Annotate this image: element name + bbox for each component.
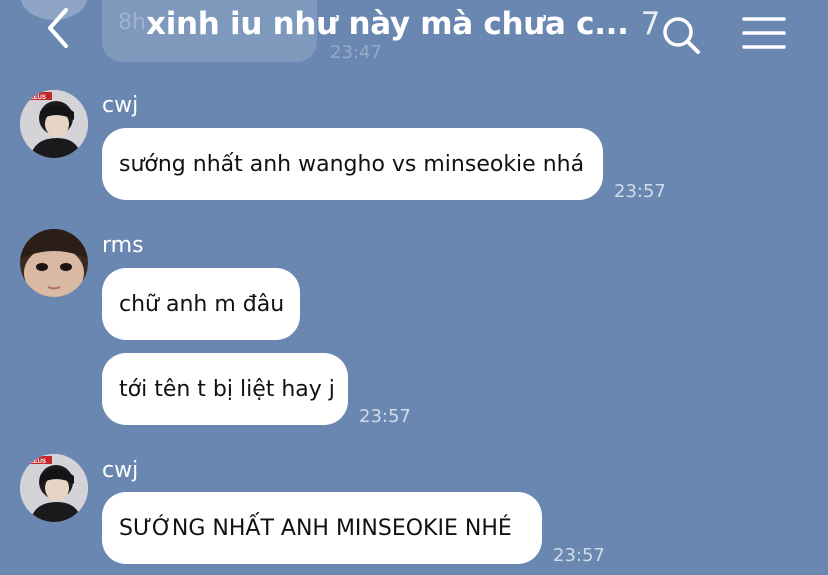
message-time: 23:57 [359, 406, 411, 427]
avatar-cwj[interactable]: ZEUS [20, 454, 88, 522]
message-text: chữ anh m đâu [119, 291, 285, 317]
message-bubble[interactable]: chữ anh m đâu [102, 268, 300, 340]
sender-name: cwj [102, 458, 139, 483]
search-icon [663, 17, 700, 54]
chat-title[interactable]: xinh iu như này mà chưa c... 7 [146, 6, 660, 42]
back-button[interactable] [40, 6, 80, 50]
message-bubble[interactable]: SƯỚNG NHẤT ANH MINSEOKIE NHÉ [102, 492, 542, 564]
avatar-cwj[interactable]: ZEUS [20, 90, 88, 158]
chevron-left-icon [48, 8, 68, 48]
sender-name: cwj [102, 93, 139, 118]
message-text: sướng nhất anh wangho vs minseokie nhá [119, 151, 585, 177]
avatar-photo [20, 229, 88, 297]
avatar-photo: ZEUS [20, 454, 88, 522]
avatar-rms[interactable] [20, 229, 88, 297]
avatar-badge: ZEUS [30, 459, 46, 465]
member-count: 7 [640, 6, 661, 42]
message-bubble[interactable]: sướng nhất anh wangho vs minseokie nhá [102, 128, 603, 200]
message-time: 23:57 [553, 545, 605, 566]
chat-header: xinh iu như này mà chưa c... 7 [0, 0, 828, 64]
message-time: 23:57 [614, 181, 666, 202]
message-bubble[interactable]: tới tên t bị liệt hay j [102, 353, 348, 425]
hamburger-menu-icon [742, 17, 786, 49]
search-button[interactable] [660, 14, 702, 56]
message-text: tới tên t bị liệt hay j [119, 376, 335, 402]
message-text: SƯỚNG NHẤT ANH MINSEOKIE NHÉ [119, 515, 512, 541]
avatar-badge: ZEUS [30, 95, 46, 101]
group-name: xinh iu như này mà chưa c... [146, 6, 629, 42]
sender-name: rms [102, 233, 144, 258]
avatar-photo: ZEUS [20, 90, 88, 158]
menu-button[interactable] [742, 16, 786, 50]
